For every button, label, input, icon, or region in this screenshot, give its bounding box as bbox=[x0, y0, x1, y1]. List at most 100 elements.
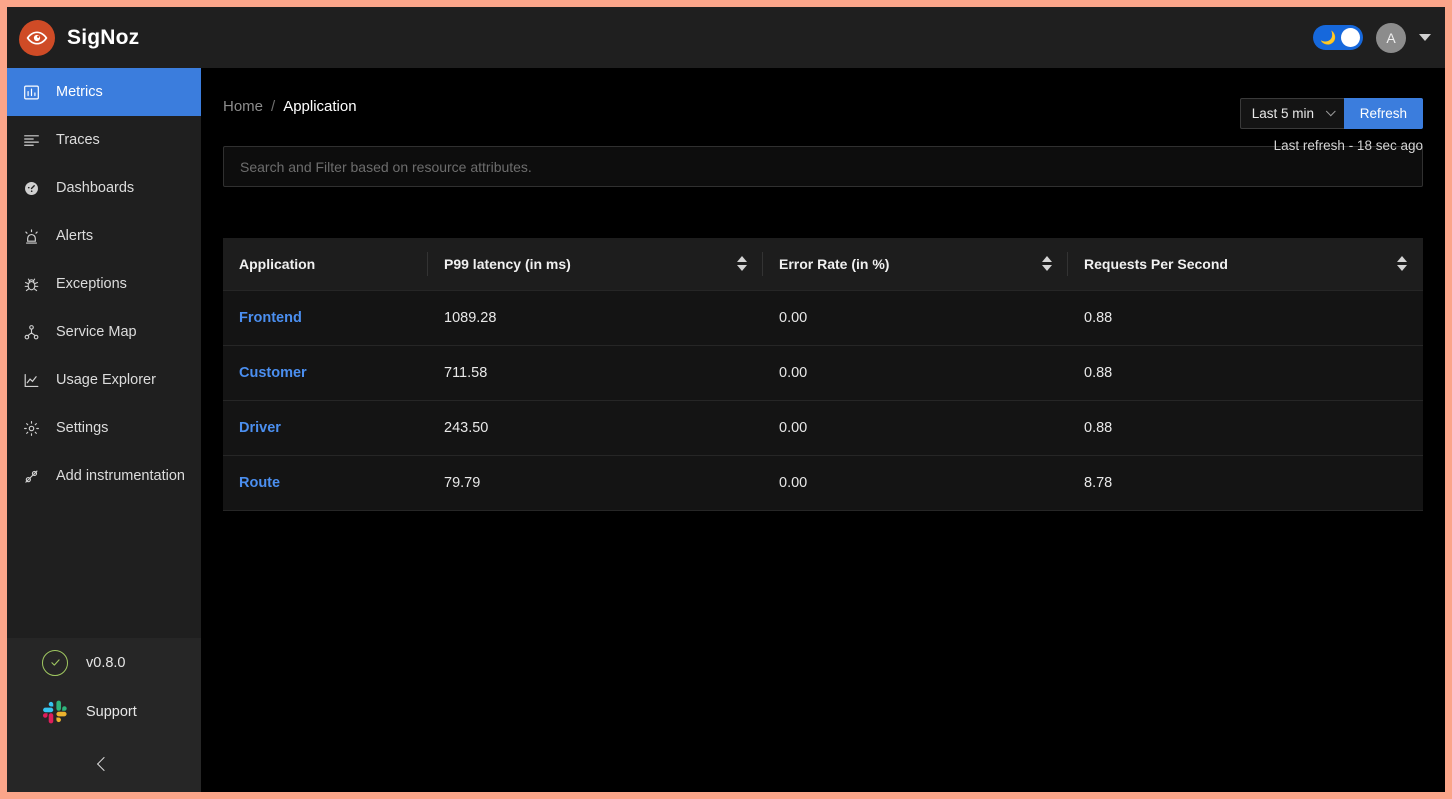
brand-logo[interactable]: SigNoz bbox=[19, 19, 140, 56]
cell-error-rate: 0.00 bbox=[763, 400, 1068, 456]
eye-icon bbox=[19, 19, 55, 56]
column-label: Requests Per Second bbox=[1084, 255, 1228, 272]
chevron-left-icon bbox=[96, 756, 112, 772]
sidebar-item-label: Alerts bbox=[56, 228, 94, 244]
sidebar-item-usage-explorer[interactable]: Usage Explorer bbox=[7, 356, 201, 404]
refresh-button[interactable]: Refresh bbox=[1343, 98, 1423, 129]
breadcrumb-home[interactable]: Home bbox=[223, 98, 263, 115]
table-header-row: Application P99 latency (in ms) Error Ra… bbox=[223, 238, 1423, 291]
sidebar-item-traces[interactable]: Traces bbox=[7, 116, 201, 164]
cell-p99-latency: 711.58 bbox=[428, 345, 763, 401]
sort-toggle-icon[interactable] bbox=[737, 256, 747, 272]
sidebar-item-label: Settings bbox=[56, 420, 109, 436]
sidebar-item-version[interactable]: v0.8.0 bbox=[7, 638, 201, 687]
sidebar-item-exceptions[interactable]: Exceptions bbox=[7, 260, 201, 308]
column-header-application: Application bbox=[223, 238, 428, 291]
column-header-error-rate[interactable]: Error Rate (in %) bbox=[763, 238, 1068, 291]
column-label: P99 latency (in ms) bbox=[444, 255, 571, 272]
table-row: Driver 243.50 0.00 0.88 bbox=[223, 400, 1423, 456]
applications-table: Application P99 latency (in ms) Error Ra… bbox=[223, 238, 1423, 511]
gear-icon bbox=[23, 420, 40, 437]
bug-icon bbox=[23, 276, 40, 293]
alert-siren-icon bbox=[23, 228, 40, 245]
cell-requests-per-second: 0.88 bbox=[1068, 290, 1423, 346]
sidebar-nav: Metrics Traces Dashboards Alerts Excepti… bbox=[7, 68, 201, 500]
cell-p99-latency: 243.50 bbox=[428, 400, 763, 456]
support-label: Support bbox=[86, 703, 137, 720]
sort-toggle-icon[interactable] bbox=[1042, 256, 1052, 272]
signoz-app: SigNoz 🌙 A Metrics Traces Dashboards Ale… bbox=[7, 7, 1445, 792]
check-circle-icon bbox=[42, 649, 68, 676]
application-link[interactable]: Frontend bbox=[223, 290, 428, 346]
time-range-value: Last 5 min bbox=[1251, 106, 1314, 121]
slack-icon bbox=[42, 699, 68, 725]
sidebar-item-settings[interactable]: Settings bbox=[7, 404, 201, 452]
caret-down-icon[interactable] bbox=[1419, 34, 1431, 41]
application-link[interactable]: Route bbox=[223, 455, 428, 511]
deployment-node-icon bbox=[23, 324, 40, 341]
main-content: Home / Application Last 5 min Refresh La… bbox=[201, 68, 1445, 792]
table-row: Customer 711.58 0.00 0.88 bbox=[223, 345, 1423, 401]
breadcrumb-current: Application bbox=[283, 98, 357, 115]
column-header-p99-latency[interactable]: P99 latency (in ms) bbox=[428, 238, 763, 291]
sidebar-item-service-map[interactable]: Service Map bbox=[7, 308, 201, 356]
cell-p99-latency: 79.79 bbox=[428, 455, 763, 511]
theme-toggle[interactable]: 🌙 bbox=[1313, 25, 1363, 50]
column-label: Error Rate (in %) bbox=[779, 255, 890, 272]
metrics-table: Application P99 latency (in ms) Error Ra… bbox=[223, 238, 1423, 511]
table-row: Frontend 1089.28 0.00 0.88 bbox=[223, 290, 1423, 346]
search-input[interactable] bbox=[240, 158, 1406, 175]
column-header-requests-per-second[interactable]: Requests Per Second bbox=[1068, 238, 1423, 291]
top-bar: SigNoz 🌙 A bbox=[7, 7, 1445, 68]
sidebar-item-label: Dashboards bbox=[56, 180, 135, 196]
version-label: v0.8.0 bbox=[86, 654, 126, 671]
table-body: Frontend 1089.28 0.00 0.88 Customer 711.… bbox=[223, 290, 1423, 511]
table-head: Application P99 latency (in ms) Error Ra… bbox=[223, 238, 1423, 291]
cell-p99-latency: 1089.28 bbox=[428, 290, 763, 346]
sidebar-collapse-button[interactable] bbox=[7, 736, 201, 792]
sidebar-item-add-instrumentation[interactable]: Add instrumentation bbox=[7, 452, 201, 500]
breadcrumb: Home / Application bbox=[223, 98, 357, 115]
sidebar-item-label: Metrics bbox=[56, 84, 103, 100]
chevron-down-icon bbox=[1325, 106, 1336, 117]
dashboard-gauge-icon bbox=[23, 180, 40, 197]
api-plug-icon bbox=[23, 468, 40, 485]
line-chart-icon bbox=[23, 372, 40, 389]
column-label: Application bbox=[239, 255, 316, 272]
cell-requests-per-second: 8.78 bbox=[1068, 455, 1423, 511]
sort-toggle-icon[interactable] bbox=[1397, 256, 1407, 272]
top-bar-right: 🌙 A bbox=[1313, 22, 1431, 53]
sidebar-item-metrics[interactable]: Metrics bbox=[7, 68, 201, 116]
sidebar-item-dashboards[interactable]: Dashboards bbox=[7, 164, 201, 212]
moon-icon: 🌙 bbox=[1320, 30, 1337, 45]
header-row: Home / Application Last 5 min Refresh La… bbox=[223, 68, 1423, 153]
sidebar: Metrics Traces Dashboards Alerts Excepti… bbox=[7, 68, 201, 792]
table-row: Route 79.79 0.00 8.78 bbox=[223, 455, 1423, 511]
cell-requests-per-second: 0.88 bbox=[1068, 400, 1423, 456]
sidebar-item-label: Add instrumentation bbox=[56, 468, 185, 484]
avatar[interactable]: A bbox=[1376, 22, 1406, 53]
application-link[interactable]: Driver bbox=[223, 400, 428, 456]
breadcrumb-separator: / bbox=[271, 98, 276, 115]
align-left-icon bbox=[23, 132, 40, 149]
screenshot-frame: SigNoz 🌙 A Metrics Traces Dashboards Ale… bbox=[0, 0, 1452, 799]
cell-requests-per-second: 0.88 bbox=[1068, 345, 1423, 401]
time-controls-row: Last 5 min Refresh bbox=[1239, 98, 1423, 129]
avatar-initial: A bbox=[1386, 29, 1396, 46]
sidebar-item-alerts[interactable]: Alerts bbox=[7, 212, 201, 260]
application-link[interactable]: Customer bbox=[223, 345, 428, 401]
bar-chart-icon bbox=[23, 84, 40, 101]
app-body: Metrics Traces Dashboards Alerts Excepti… bbox=[7, 68, 1445, 792]
brand-name: SigNoz bbox=[67, 25, 140, 49]
cell-error-rate: 0.00 bbox=[763, 455, 1068, 511]
sidebar-item-label: Usage Explorer bbox=[56, 372, 156, 388]
sidebar-item-support[interactable]: Support bbox=[7, 687, 201, 736]
time-controls: Last 5 min Refresh Last refresh - 18 sec… bbox=[1239, 98, 1423, 153]
sidebar-bottom: v0.8.0 Support bbox=[7, 638, 201, 736]
cell-error-rate: 0.00 bbox=[763, 290, 1068, 346]
sidebar-item-label: Exceptions bbox=[56, 276, 127, 292]
cell-error-rate: 0.00 bbox=[763, 345, 1068, 401]
toggle-knob bbox=[1341, 28, 1360, 47]
time-range-select[interactable]: Last 5 min bbox=[1239, 98, 1344, 129]
